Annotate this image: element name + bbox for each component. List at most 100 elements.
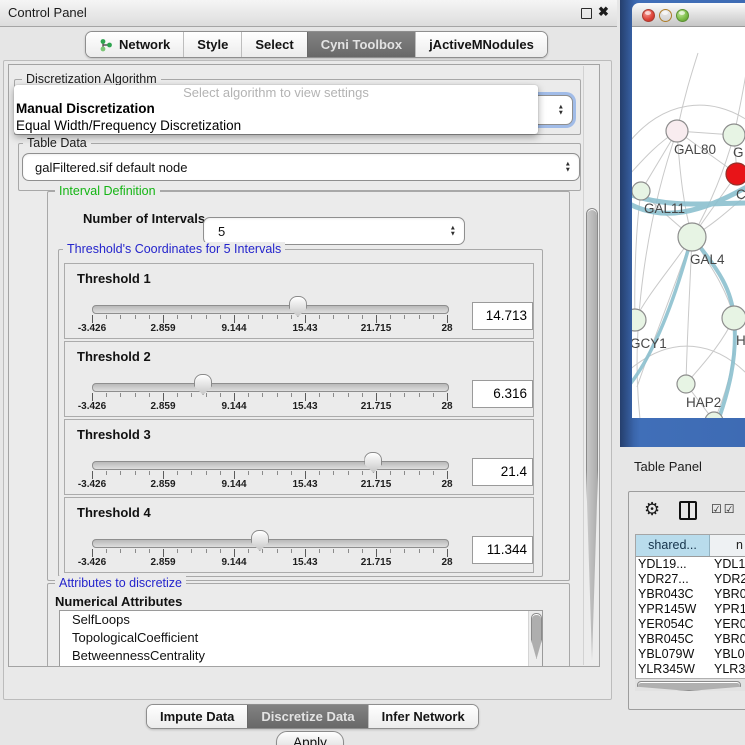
- column-header-name[interactable]: n: [710, 535, 745, 556]
- tick-label: 15.43: [292, 479, 317, 490]
- tab-impute-data[interactable]: Impute Data: [147, 705, 247, 728]
- slider-track[interactable]: [92, 539, 449, 548]
- node-gal4[interactable]: [678, 223, 706, 251]
- attribute-list-item[interactable]: BetweennessCentrality: [60, 647, 542, 665]
- slider-track[interactable]: [92, 383, 449, 392]
- cell-name: YLR3: [711, 662, 745, 677]
- network-window-titlebar[interactable]: [632, 3, 745, 27]
- tab-select[interactable]: Select: [241, 32, 306, 57]
- attribute-list-item[interactable]: TopologicalCoefficient: [60, 629, 542, 647]
- threshold-value-box[interactable]: 11.344: [472, 536, 533, 564]
- threshold-value-box[interactable]: 14.713: [472, 302, 533, 330]
- table-row[interactable]: YBR045CYBR0: [636, 632, 745, 647]
- cell-shared-name: YDR27...: [636, 572, 711, 587]
- number-of-intervals-combo[interactable]: 5 ▲▼: [203, 217, 465, 245]
- control-panel-titlebar: Control Panel ✖: [0, 0, 617, 27]
- tick-label: 28: [441, 557, 452, 568]
- tab-cyni-toolbox[interactable]: Cyni Toolbox: [307, 32, 415, 57]
- select-columns-icon[interactable]: ☑☑: [711, 502, 737, 516]
- table-row[interactable]: YER054CYER0: [636, 617, 745, 632]
- cell-shared-name: YBL079W: [636, 647, 711, 662]
- column-header-shared-name[interactable]: shared...: [636, 535, 710, 556]
- dropdown-option-equal-width[interactable]: Equal Width/Frequency Discretization: [14, 117, 538, 134]
- slider-tick-labels: -3.4262.8599.14415.4321.71528: [65, 479, 533, 491]
- minimize-traffic-light[interactable]: [659, 9, 672, 22]
- table-row[interactable]: YPR145WYPR1: [636, 602, 745, 617]
- threshold-slider[interactable]: -3.4262.8599.14415.4321.71528: [65, 498, 533, 572]
- tab-style[interactable]: Style: [183, 32, 241, 57]
- threshold-slider[interactable]: -3.4262.8599.14415.4321.71528: [65, 264, 533, 338]
- network-view-canvas[interactable]: GAL80 G C GAL11 GAL4 GCY1 H HAP2: [632, 27, 745, 418]
- threshold-rows: Threshold 1 -3.4262.8599.14415.4321.7152…: [64, 263, 534, 575]
- tab-infer-network[interactable]: Infer Network: [368, 705, 478, 728]
- tab-jactivemnodules[interactable]: jActiveMNodules: [415, 32, 547, 57]
- table-row[interactable]: YLR345WYLR3: [636, 662, 745, 677]
- table-data-combo-value: galFiltered.sif default node: [35, 154, 187, 180]
- tick-label: 9.144: [221, 323, 246, 334]
- network-graph[interactable]: GAL80 G C GAL11 GAL4 GCY1 H HAP2: [632, 27, 745, 418]
- table-row[interactable]: YDL19...YDL1: [636, 557, 745, 572]
- node-right-top[interactable]: [723, 124, 745, 146]
- network-desktop: GAL80 G C GAL11 GAL4 GCY1 H HAP2: [620, 0, 745, 447]
- apply-button[interactable]: Apply: [276, 731, 344, 745]
- network-icon: [99, 38, 113, 52]
- tick-label: -3.426: [78, 479, 106, 490]
- attribute-list-item[interactable]: SelfLoops: [60, 611, 542, 629]
- columns-icon[interactable]: [679, 501, 697, 520]
- label-gal4: GAL4: [690, 252, 725, 267]
- table-panel-title: Table Panel: [634, 459, 702, 474]
- slider-tick-labels: -3.4262.8599.14415.4321.71528: [65, 401, 533, 413]
- node-labels: GAL80 G C GAL11 GAL4 GCY1 H HAP2: [632, 142, 745, 410]
- cyni-toolbox-panel: Discretization Algorithm ▲▼ Select algor…: [3, 60, 612, 700]
- panel-scrollbar[interactable]: [583, 66, 598, 665]
- dropdown-option-manual[interactable]: Manual Discretization: [14, 100, 538, 117]
- cell-name: YBL0: [711, 647, 745, 662]
- table-row[interactable]: YBR043CYBR0: [636, 587, 745, 602]
- node-gcy1[interactable]: [632, 309, 646, 331]
- tick-label: -3.426: [78, 557, 106, 568]
- close-icon[interactable]: ✖: [598, 4, 609, 20]
- table-data-combo[interactable]: galFiltered.sif default node ▲▼: [22, 153, 580, 181]
- list-scrollbar[interactable]: [528, 611, 542, 666]
- tab-network-label: Network: [119, 32, 170, 57]
- slider-track[interactable]: [92, 305, 449, 314]
- threshold-row: Threshold 2 -3.4262.8599.14415.4321.7152…: [64, 341, 534, 417]
- table-toolbar: ⚙ ☑☑: [629, 492, 745, 530]
- node-red-selected[interactable]: [726, 163, 745, 185]
- threshold-slider[interactable]: -3.4262.8599.14415.4321.71528: [65, 420, 533, 494]
- label-right-top: G: [733, 145, 744, 160]
- table-row[interactable]: YDR27...YDR2: [636, 572, 745, 587]
- bottom-tab-bar: Impute Data Discretize Data Infer Networ…: [146, 704, 479, 729]
- panel-scrollbar-thumb[interactable]: [586, 208, 598, 660]
- tab-network[interactable]: Network: [86, 32, 183, 57]
- node-right-mid[interactable]: [722, 306, 745, 330]
- numerical-attributes-list[interactable]: SelfLoopsTopologicalCoefficientBetweenne…: [59, 610, 543, 667]
- tick-label: 9.144: [221, 401, 246, 412]
- close-traffic-light[interactable]: [642, 9, 655, 22]
- tab-discretize-data[interactable]: Discretize Data: [247, 705, 367, 728]
- threshold-value-box[interactable]: 6.316: [472, 380, 533, 408]
- cell-shared-name: YLR345W: [636, 662, 711, 677]
- combo-stepper-icon: ▲▼: [565, 162, 571, 173]
- table-hscrollbar-thumb[interactable]: [637, 681, 741, 691]
- discretization-algorithm-label: Discretization Algorithm: [22, 72, 161, 86]
- threshold-value-box[interactable]: 21.4: [472, 458, 533, 486]
- list-scrollbar-thumb[interactable]: [531, 613, 542, 659]
- cell-shared-name: YPR145W: [636, 602, 711, 617]
- zoom-traffic-light[interactable]: [676, 9, 689, 22]
- node-gal80[interactable]: [666, 120, 688, 142]
- node-gal11[interactable]: [632, 182, 650, 200]
- tick-label: 21.715: [361, 479, 392, 490]
- algorithm-dropdown-popup: Select algorithm to view settings Manual…: [14, 85, 538, 134]
- slider-track[interactable]: [92, 461, 449, 470]
- table-hscrollbar[interactable]: [635, 678, 745, 691]
- node-hap2[interactable]: [677, 375, 695, 393]
- table-row[interactable]: YBL079WYBL0: [636, 647, 745, 662]
- interval-definition-label: Interval Definition: [55, 184, 160, 198]
- numerical-attributes-heading: Numerical Attributes: [55, 594, 182, 609]
- gear-icon[interactable]: ⚙: [644, 500, 660, 518]
- threshold-slider[interactable]: -3.4262.8599.14415.4321.71528: [65, 342, 533, 416]
- float-window-icon[interactable]: [581, 8, 592, 19]
- tick-label: 2.859: [150, 401, 175, 412]
- table-rows: YDL19...YDL1YDR27...YDR2YBR043CYBR0YPR14…: [636, 557, 745, 680]
